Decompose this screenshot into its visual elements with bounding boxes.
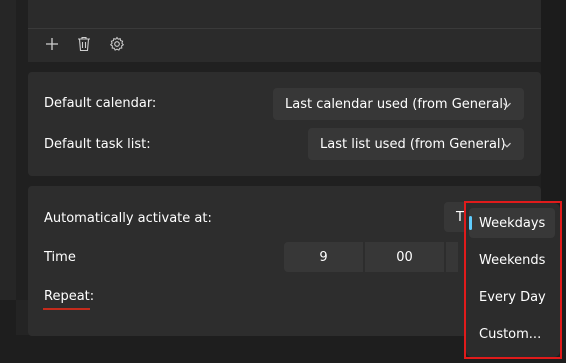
time-picker[interactable]: 9 00 [284,242,458,272]
defaults-card: Default calendar: Last calendar used (fr… [28,72,541,176]
left-pane-edge [0,0,16,300]
settings-button[interactable] [106,32,128,56]
default-task-list-value: Last list used (from General) [320,136,506,152]
repeat-label: Repeat: [44,289,95,304]
default-task-list-dropdown[interactable]: Last list used (from General) [308,128,524,160]
default-calendar-value: Last calendar used (from General) [285,96,509,112]
activate-value: T [456,209,464,225]
repeat-underline [43,308,90,310]
selection-indicator [469,216,472,230]
chevron-down-icon [502,99,512,114]
trash-icon [77,36,91,52]
list-panel [28,0,541,62]
default-task-list-label: Default task list: [44,137,151,152]
default-calendar-dropdown[interactable]: Last calendar used (from General) [273,88,524,120]
activate-dropdown[interactable]: T [444,202,466,232]
repeat-option-weekdays[interactable]: Weekdays [469,208,555,238]
repeat-option-weekends[interactable]: Weekends [469,245,555,275]
repeat-option-label: Every Day [479,289,546,305]
repeat-option-every-day[interactable]: Every Day [469,282,555,312]
repeat-menu: Weekdays Weekends Every Day Custom... [466,203,560,357]
default-calendar-label: Default calendar: [44,96,157,111]
minute-value: 00 [396,249,413,265]
repeat-option-label: Custom... [479,326,542,342]
list-area [28,0,541,29]
activate-label: Automatically activate at: [44,211,212,226]
minute-field[interactable]: 00 [365,242,444,272]
add-button[interactable] [41,32,63,56]
repeat-option-label: Weekdays [479,215,546,231]
repeat-option-label: Weekends [479,252,546,268]
plus-icon [45,37,59,51]
schedule-card: Automatically activate at: T Time 9 00 R… [28,186,541,336]
hour-value: 9 [319,249,328,265]
chevron-down-icon [502,139,512,154]
gear-icon [109,36,125,52]
hour-field[interactable]: 9 [284,242,363,272]
time-label: Time [44,250,76,265]
delete-button[interactable] [73,32,95,56]
repeat-option-custom[interactable]: Custom... [469,319,555,349]
period-field[interactable] [446,242,458,272]
